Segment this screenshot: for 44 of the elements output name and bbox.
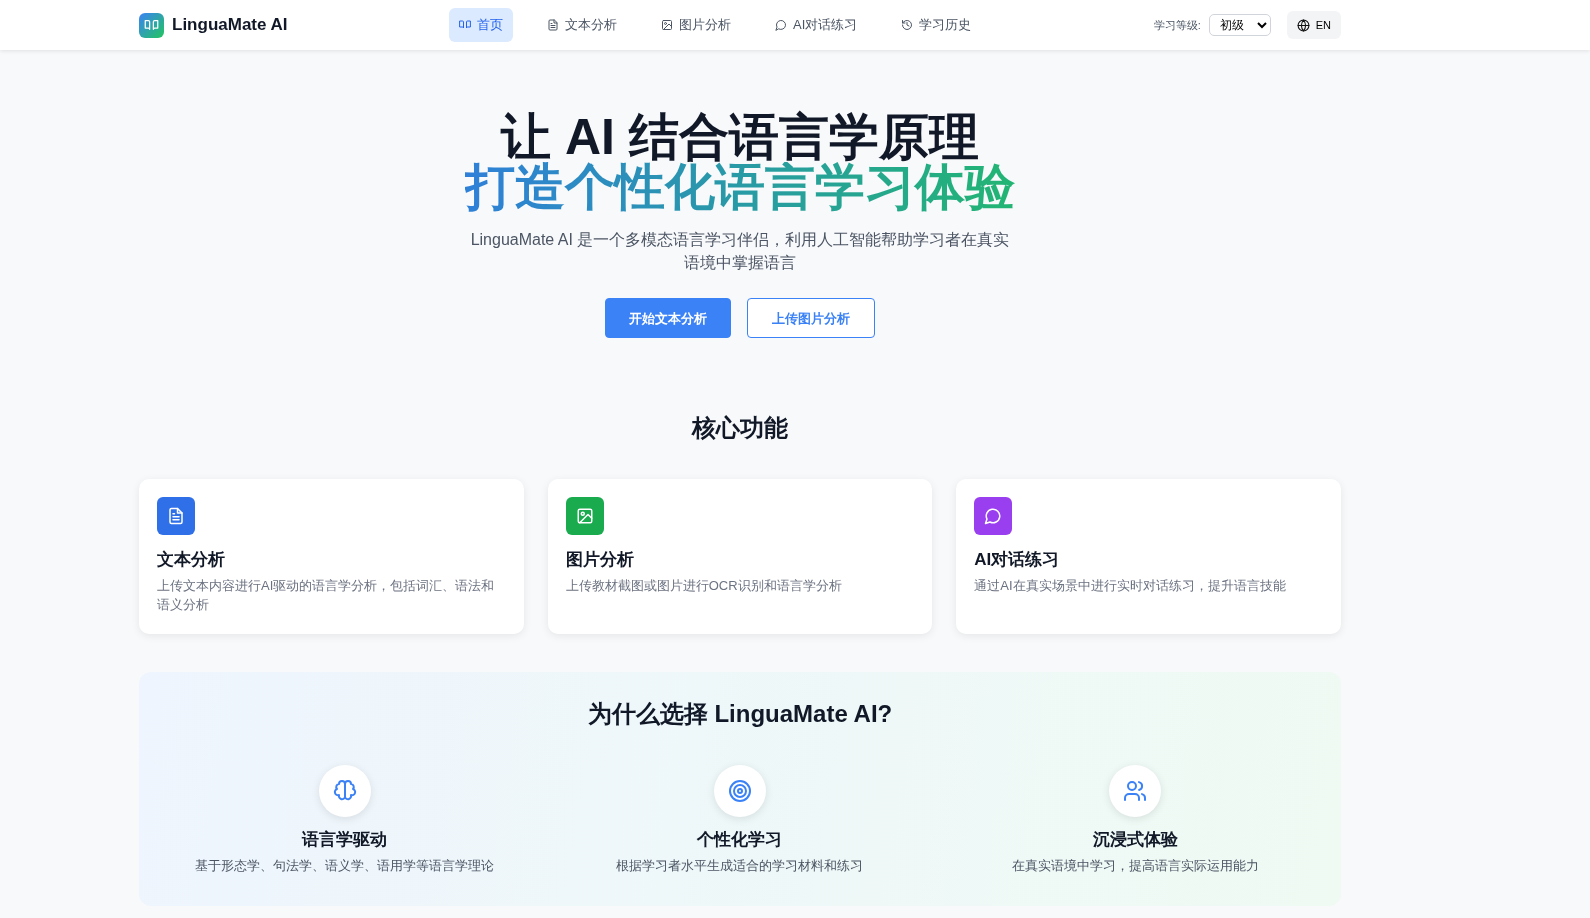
history-icon (901, 19, 914, 31)
image-icon (575, 507, 594, 526)
document-icon (547, 19, 559, 31)
level-label: 学习等级: (1153, 17, 1201, 33)
benefit-text: 在真实语境中学习，提高语言实际运用能力 (1011, 857, 1259, 876)
card-text: 上传文本内容进行AI驱动的语言学分析，包括词汇、语法和语义分析 (157, 576, 496, 614)
chat-bubble-icon (984, 507, 1003, 526)
benefit-text: 基于形态学、句法学、语义学、语用学等语言学理论 (195, 857, 495, 876)
benefit-title: 沉浸式体验 (1092, 828, 1178, 851)
users-icon (1123, 778, 1148, 803)
image-icon (661, 19, 673, 31)
benefit-text: 根据学习者水平生成适合的学习材料和练习 (616, 857, 864, 876)
feature-card[interactable]: AI对话练习 通过AI在真实场景中进行实时对话练习，提升语言技能 (956, 479, 1341, 635)
language-button[interactable]: EN (1286, 10, 1341, 40)
hero-title: 让 AI 结合语言学原理 (500, 112, 979, 162)
card-text: 上传教材截图或图片进行OCR识别和语言学分析 (565, 576, 843, 595)
feature-card[interactable]: 文本分析 上传文本内容进行AI驱动的语言学分析，包括词汇、语法和语义分析 (139, 479, 524, 635)
brain-icon (332, 778, 357, 803)
level-select[interactable]: 初级 (1208, 14, 1271, 36)
section-title: 核心功能 (690, 414, 789, 444)
card-title: 文本分析 (157, 549, 226, 572)
card-title: 图片分析 (565, 549, 635, 572)
card-title: AI对话练习 (974, 549, 1061, 572)
brand-name: LinguaMate AI (172, 14, 288, 37)
card-text: 通过AI在真实场景中进行实时对话练习，提升语言技能 (974, 576, 1287, 595)
nav-tab[interactable]: AI对话练习 (765, 8, 868, 42)
chat-bubble-icon (775, 19, 787, 31)
hero-subtitle: LinguaMate AI 是一个多模态语言学习伴侣，利用人工智能帮助学习者在真实语境中掌握语言 (470, 230, 1010, 274)
feature-card[interactable]: 图片分析 上传教材截图或图片进行OCR识别和语言学分析 (547, 479, 933, 635)
nav-tab[interactable]: 文本分析 (537, 8, 627, 42)
logo-icon (139, 12, 164, 38)
document-icon (167, 507, 185, 526)
nav-tab[interactable]: 图片分析 (651, 8, 741, 42)
section-title: 为什么选择 LinguaMate AI? (586, 700, 894, 729)
book-icon (459, 19, 471, 31)
benefit-title: 个性化学习 (697, 828, 783, 851)
benefit-title: 语言学驱动 (302, 828, 388, 851)
nav-tab[interactable]: 首页 (449, 8, 513, 42)
target-icon (728, 778, 752, 803)
nav-tab[interactable]: 学习历史 (891, 8, 982, 42)
hero-title: 打造个性化语言学习体验 (465, 162, 1015, 212)
globe-icon (1296, 18, 1310, 32)
upload-button[interactable]: 上传图片分析 (747, 298, 875, 339)
start-analysis-button[interactable]: 开始文本分析 (605, 298, 731, 339)
